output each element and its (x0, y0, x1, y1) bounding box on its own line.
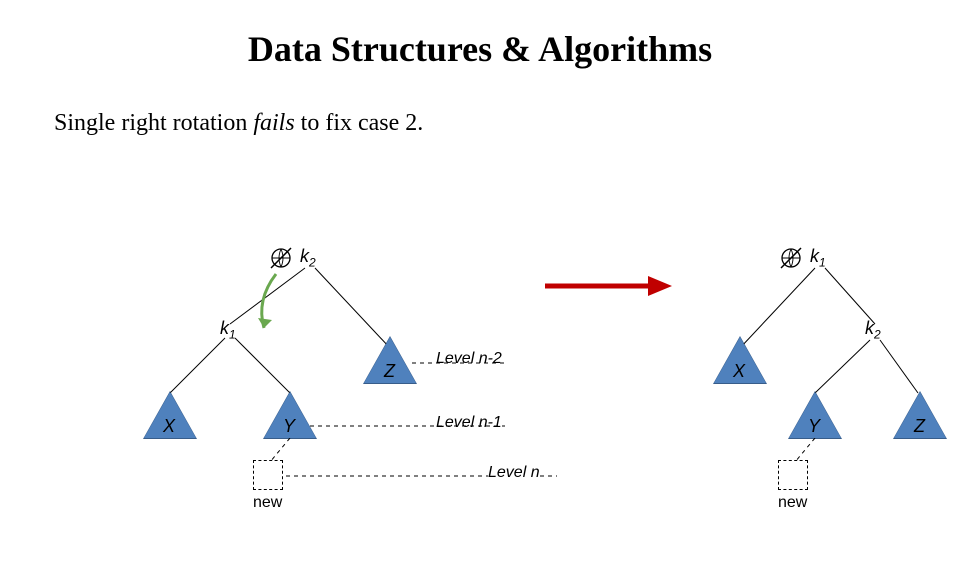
new-label-left: new (253, 494, 282, 512)
subtitle-emph: fails (253, 110, 294, 136)
new-box-right (778, 460, 808, 490)
diagram-canvas (0, 28, 960, 568)
triangle-z-right-label: Z (914, 416, 925, 437)
new-box-left (253, 460, 283, 490)
triangle-y-left-label: Y (283, 416, 295, 437)
level-n-label: Level n (488, 464, 540, 482)
slide-subtitle: Single right rotation fails to fix case … (54, 110, 960, 137)
subtitle-suffix: to fix case 2. (295, 110, 424, 136)
right-root-label: k1 (810, 246, 826, 270)
level-n2-label: Level n-2 (436, 350, 502, 368)
triangle-x-left-label: X (163, 416, 175, 437)
left-root-label: k2 (300, 246, 316, 270)
new-label-right: new (778, 494, 807, 512)
level-n1-label: Level n-1 (436, 414, 502, 432)
slide-title: Data Structures & Algorithms (0, 28, 960, 70)
right-child-label: k2 (865, 318, 881, 342)
triangle-x-right-label: X (733, 361, 745, 382)
triangle-y-right-label: Y (808, 416, 820, 437)
triangle-z-left-label: Z (384, 361, 395, 382)
subtitle-prefix: Single right rotation (54, 110, 253, 136)
left-child-label: k1 (220, 318, 236, 342)
